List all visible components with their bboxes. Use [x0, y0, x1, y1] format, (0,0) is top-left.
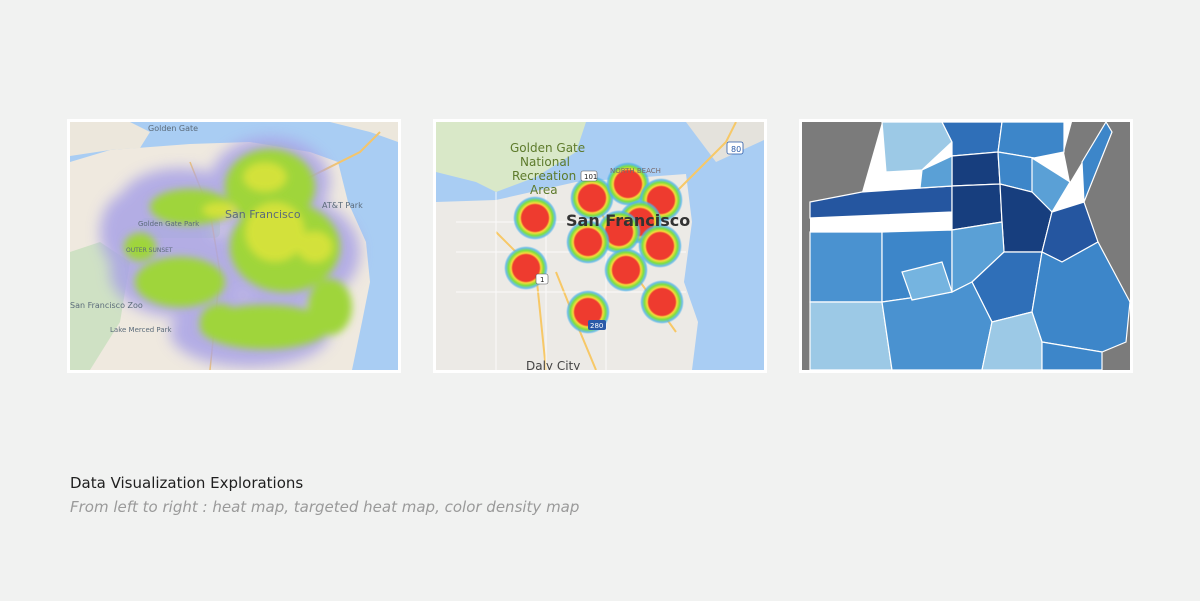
map-label-gg-line4: Area	[530, 183, 558, 197]
density-region	[997, 122, 1065, 159]
map-label-sf-zoo: San Francisco Zoo	[70, 301, 143, 310]
color-density-map	[802, 122, 1130, 370]
density-region	[809, 231, 883, 303]
hwy-101-label: 101	[584, 173, 597, 181]
hwy-280-label: 280	[590, 322, 603, 330]
target-marker	[513, 196, 557, 240]
targeted-heat-map-panel: 101 80 1 280 Golden Gate National Recrea…	[433, 119, 767, 373]
map-label-gg-line2: National	[520, 155, 570, 169]
map-label-gg-line1: Golden Gate	[510, 141, 585, 155]
map-label-north-beach: NORTH BEACH	[610, 167, 661, 175]
map-label-att-park: AT&T Park	[322, 201, 363, 210]
heat-map: Golden Gate San Francisco AT&T Park Gold…	[70, 122, 398, 370]
target-marker	[604, 248, 648, 292]
caption-subtitle: From left to right : heat map, targeted …	[70, 498, 580, 516]
hwy-80-label: 80	[731, 145, 741, 154]
map-label-san-francisco: San Francisco	[566, 211, 690, 230]
color-density-map-panel	[799, 119, 1133, 373]
map-label-daly-city: Daly City	[526, 359, 580, 370]
map-label-golden-gate: Golden Gate	[148, 124, 198, 133]
map-label-san-francisco: San Francisco	[225, 208, 301, 221]
hwy-1-label: 1	[540, 276, 544, 284]
heat-map-panel: Golden Gate San Francisco AT&T Park Gold…	[67, 119, 401, 373]
map-label-lake-merced: Lake Merced Park	[110, 326, 172, 334]
map-label-golden-gate-park: Golden Gate Park	[138, 220, 200, 228]
density-region	[951, 151, 1001, 187]
map-label-gg-line3: Recreation	[512, 169, 576, 183]
map-label-outer-sunset: OUTER SUNSET	[126, 247, 173, 254]
targeted-heat-map: 101 80 1 280 Golden Gate National Recrea…	[436, 122, 764, 370]
target-marker	[640, 280, 684, 324]
caption-title: Data Visualization Explorations	[70, 474, 304, 492]
density-region	[809, 301, 893, 370]
